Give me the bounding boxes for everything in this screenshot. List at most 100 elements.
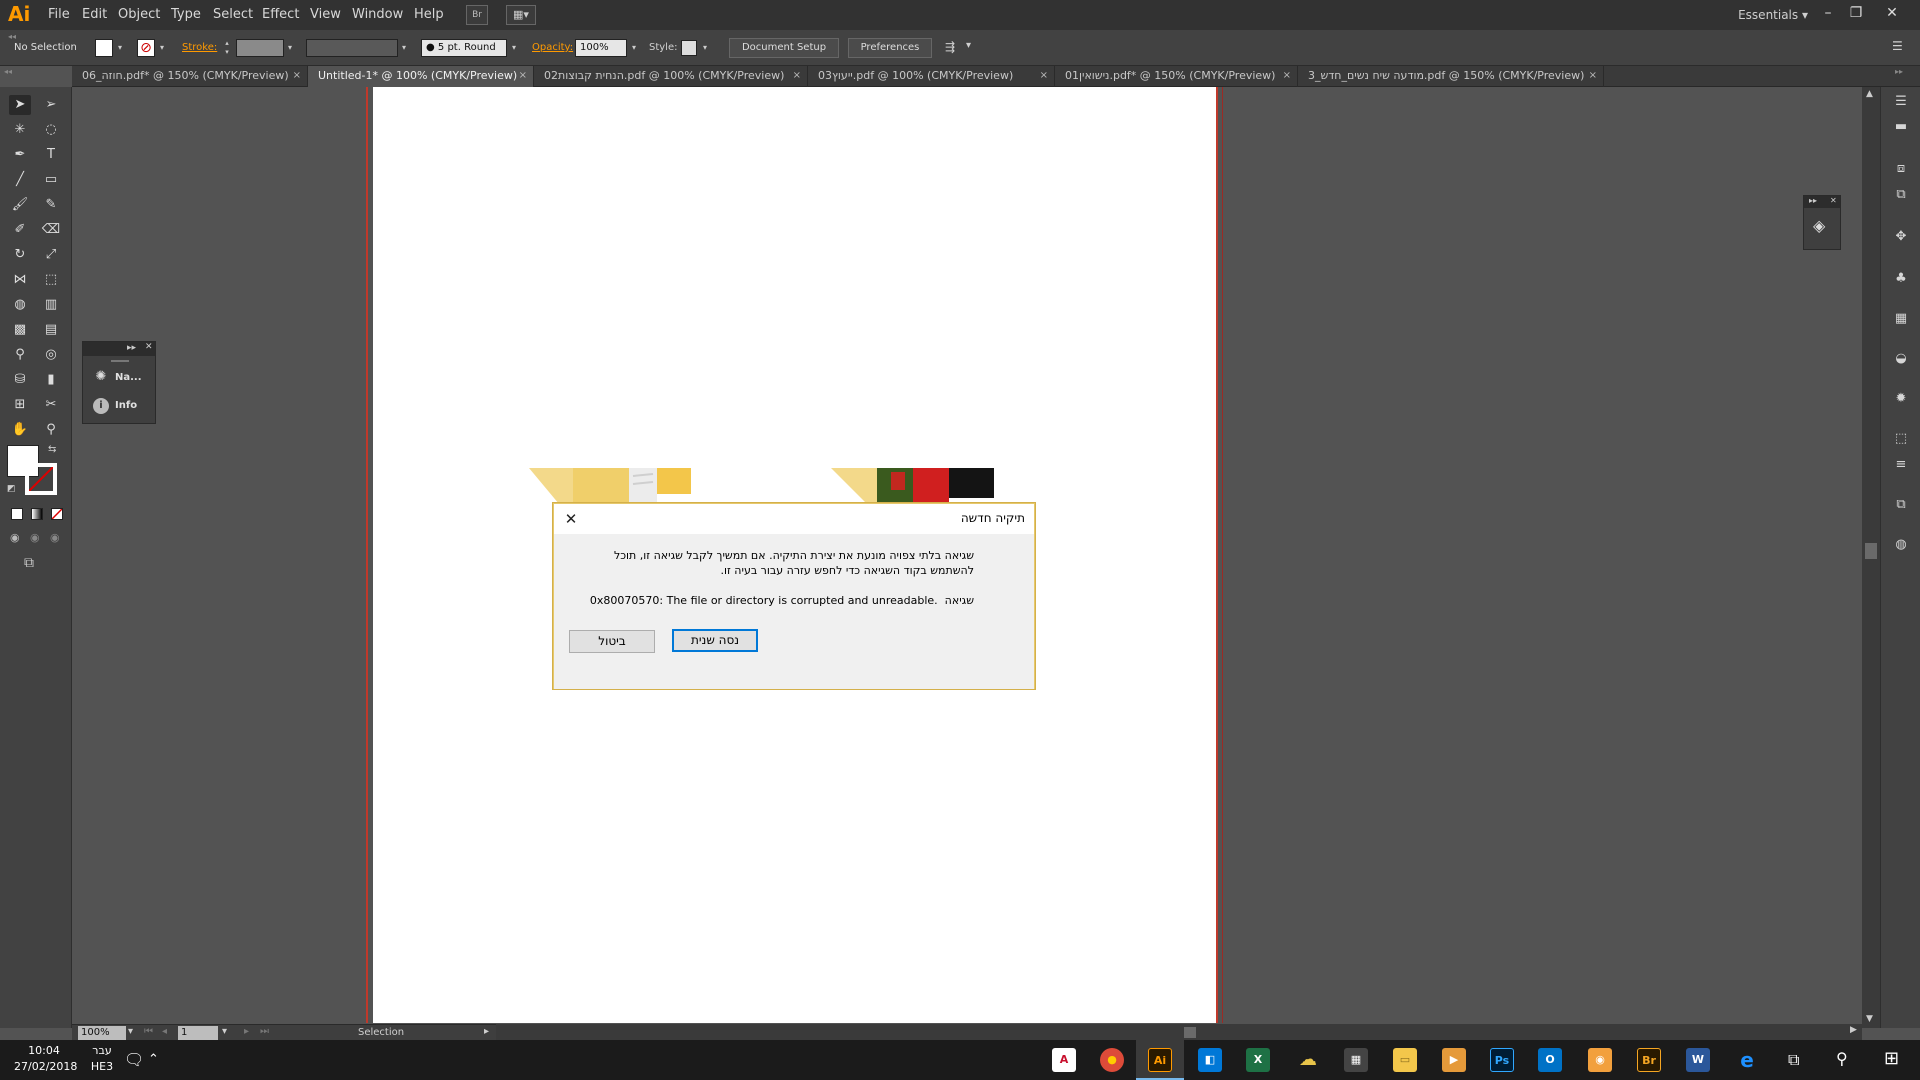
symbol-sprayer-tool-icon[interactable]: ⛁ xyxy=(9,370,31,390)
input-language[interactable]: עבר HE3 xyxy=(88,1044,116,1073)
start-icon[interactable]: ⊞ xyxy=(1884,1048,1899,1069)
free-transform-tool-icon[interactable]: ⬚ xyxy=(40,270,62,290)
opacity-field[interactable]: 100% xyxy=(575,39,627,57)
blend-tool-icon[interactable]: ◎ xyxy=(40,345,62,365)
tab-close-icon[interactable]: × xyxy=(1040,66,1048,86)
store-icon[interactable]: ◧ xyxy=(1198,1048,1222,1072)
scroll-right-icon[interactable]: ▶ xyxy=(1850,1025,1857,1035)
arrange-icon[interactable]: ⇶ xyxy=(945,40,955,54)
tab-chozeh[interactable]: 06_חוזה.pdf* @ 150% (CMYK/Preview) × xyxy=(72,66,308,87)
document-setup-button[interactable]: Document Setup xyxy=(729,38,839,58)
tab-close-icon[interactable]: × xyxy=(293,66,301,86)
word-icon[interactable]: W xyxy=(1686,1048,1710,1072)
variable-width-profile[interactable] xyxy=(306,39,398,57)
tab-close-icon[interactable]: × xyxy=(1283,66,1291,86)
fill-swatch[interactable] xyxy=(95,39,113,57)
shape-builder-tool-icon[interactable]: ◍ xyxy=(9,295,31,315)
tab-close-icon[interactable]: × xyxy=(519,66,527,86)
vertical-scrollbar[interactable]: ▲ ▼ xyxy=(1862,87,1880,1028)
direct-selection-tool-icon[interactable]: ➢ xyxy=(40,95,62,115)
artboards-icon[interactable]: ⬚ xyxy=(1891,429,1911,449)
dialog-close-icon[interactable]: ✕ xyxy=(560,508,582,530)
graphic-styles-icon[interactable]: ✹ xyxy=(1891,389,1911,409)
task-view-icon[interactable]: ⧉ xyxy=(1788,1050,1799,1070)
first-artboard-icon[interactable]: ⏮ xyxy=(144,1026,153,1037)
draw-behind-icon[interactable]: ◉ xyxy=(30,531,40,544)
close-button[interactable]: ✕ xyxy=(1878,2,1906,26)
stroke-weight-field[interactable] xyxy=(236,39,284,57)
eraser-tool-icon[interactable]: ⌫ xyxy=(40,220,62,240)
gradient-tool-icon[interactable]: ▤ xyxy=(40,320,62,340)
appearance-icon[interactable]: ◒ xyxy=(1891,349,1911,369)
tab-hanchiyat[interactable]: 02הנחית קבוצות.pdf @ 100% (CMYK/Preview)… xyxy=(534,66,808,87)
align-icon[interactable]: ≡ xyxy=(1891,455,1911,475)
dialog-titlebar[interactable]: תיקיה חדשה ✕ xyxy=(554,504,1034,534)
layers-icon[interactable]: ◈ xyxy=(1813,216,1825,235)
action-center-icon[interactable]: 🗨 xyxy=(124,1050,144,1069)
media-icon[interactable]: ▶ xyxy=(1442,1048,1466,1072)
zoom-field[interactable]: 100% xyxy=(78,1026,126,1040)
lasso-tool-icon[interactable]: ◌ xyxy=(40,120,62,140)
hand-tool-icon[interactable]: ✋ xyxy=(9,420,31,440)
fill-dropdown[interactable]: ▾ xyxy=(114,39,126,57)
stroke-swatch-dropdown[interactable]: ▾ xyxy=(156,39,168,57)
selection-tool-icon[interactable]: ➤ xyxy=(9,95,31,115)
last-artboard-icon[interactable]: ⏭ xyxy=(260,1026,269,1037)
menu-window[interactable]: Window xyxy=(352,7,403,22)
dock-collapse-icon[interactable]: ▸▸ xyxy=(1895,67,1903,76)
scale-tool-icon[interactable]: ⤢ xyxy=(40,245,62,265)
arrange-documents-icon[interactable]: ▦▾ xyxy=(506,5,536,25)
blob-brush-tool-icon[interactable]: ✐ xyxy=(9,220,31,240)
panel-menu-icon[interactable]: ☰ xyxy=(1892,39,1903,53)
panel-expand-icon[interactable]: ▸▸ xyxy=(127,343,136,353)
pathfinder-icon[interactable]: ⧉ xyxy=(1891,185,1911,205)
artboard-tool-icon[interactable]: ⊞ xyxy=(9,395,31,415)
swatches-icon[interactable]: ▦ xyxy=(1891,309,1911,329)
zoom-tool-icon[interactable]: ⚲ xyxy=(40,420,62,440)
menu-type[interactable]: Type xyxy=(171,7,201,22)
draw-normal-icon[interactable]: ◉ xyxy=(10,531,20,544)
tab-nisuin[interactable]: 01נישואין.pdf* @ 150% (CMYK/Preview) × xyxy=(1055,66,1298,87)
symbols-icon[interactable]: ♣ xyxy=(1891,269,1911,289)
bridge-button[interactable]: Br xyxy=(466,5,488,25)
line-tool-icon[interactable]: ╱ xyxy=(9,170,31,190)
panel-close-icon[interactable]: ✕ xyxy=(1830,196,1837,205)
show-hidden-icons-icon[interactable]: ⌃ xyxy=(148,1052,159,1067)
collapse-left-icon[interactable]: ◂◂ xyxy=(8,32,16,41)
outlook-icon[interactable]: O xyxy=(1538,1048,1562,1072)
stroke-swatch-none-icon[interactable]: ⊘ xyxy=(137,39,155,57)
transform-panel-icon[interactable]: ⧈ xyxy=(1891,159,1911,179)
system-clock[interactable]: 10:04 27/02/2018 xyxy=(14,1044,77,1073)
tab-moda[interactable]: 3_מודעה שיח נשים_חדש.pdf @ 150% (CMYK/Pr… xyxy=(1298,66,1604,87)
bridge-icon[interactable]: Br xyxy=(1637,1048,1661,1072)
illustrator-icon[interactable]: Ai xyxy=(1148,1048,1172,1072)
menu-help[interactable]: Help xyxy=(414,7,444,22)
pencil-tool-icon[interactable]: ✎ xyxy=(40,195,62,215)
tab-yeutz[interactable]: 03ייעוץ.pdf @ 100% (CMYK/Preview) × xyxy=(808,66,1055,87)
stroke-label[interactable]: Stroke: xyxy=(182,42,217,53)
navigator-panel-tab[interactable]: ✺ Na... xyxy=(93,367,142,389)
default-colors-icon[interactable]: ◩ xyxy=(7,484,16,494)
opacity-label[interactable]: Opacity: xyxy=(532,42,573,53)
next-artboard-icon[interactable]: ▸ xyxy=(244,1026,249,1037)
scroll-up-icon[interactable]: ▲ xyxy=(1866,89,1873,99)
stroke-weight-dropdown[interactable]: ▾ xyxy=(284,39,296,57)
color-mode-icon[interactable] xyxy=(11,508,23,520)
swap-colors-icon[interactable]: ⇆ xyxy=(48,444,56,455)
screen-mode-icon[interactable]: ⧉ xyxy=(24,555,34,571)
cancel-button[interactable]: ביטול xyxy=(569,630,655,653)
perspective-grid-tool-icon[interactable]: ▥ xyxy=(40,295,62,315)
zoom-dropdown[interactable]: ▾ xyxy=(128,1026,133,1037)
chrome-icon[interactable]: ● xyxy=(1100,1048,1124,1072)
edge-icon[interactable]: e xyxy=(1735,1048,1759,1072)
photoshop-icon[interactable]: Ps xyxy=(1490,1048,1514,1072)
rotate-tool-icon[interactable]: ↻ xyxy=(9,245,31,265)
panel-close-icon[interactable]: ✕ xyxy=(145,342,153,352)
restore-button[interactable]: ❐ xyxy=(1842,2,1870,26)
rectangle-tool-icon[interactable]: ▭ xyxy=(40,170,62,190)
workspace-switcher[interactable]: Essentials ▾ xyxy=(1738,8,1808,22)
width-tool-icon[interactable]: ⋈ xyxy=(9,270,31,290)
panel-header[interactable]: ▸▸ ✕ xyxy=(83,342,155,356)
menu-effect[interactable]: Effect xyxy=(262,7,299,22)
brush-definition-field[interactable]: ● 5 pt. Round xyxy=(421,39,507,57)
